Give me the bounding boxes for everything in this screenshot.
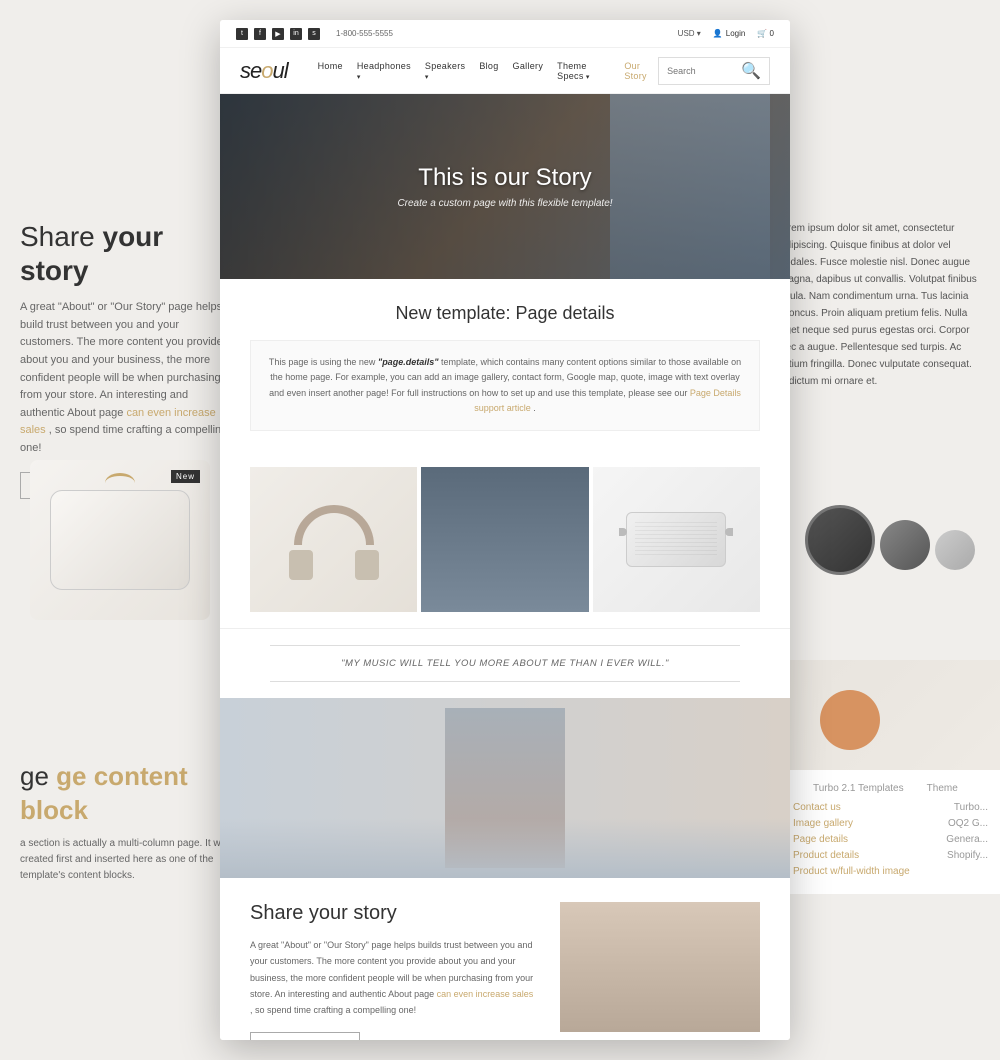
turbo-theme-image-gallery: OQ2 G... bbox=[948, 818, 988, 829]
hero-title: This is our Story bbox=[397, 164, 612, 192]
nav-headphones[interactable]: Headphones bbox=[357, 61, 411, 81]
store-top-bar: t f ▶ in s 1-800-555-5555 USD ▾ 👤 Login … bbox=[220, 20, 790, 48]
page-details-text: This page is using the new "page.details… bbox=[250, 340, 760, 431]
turbo-link-product-fullwidth[interactable]: Product w/full-width image bbox=[793, 866, 910, 877]
bg-speaker-product: New bbox=[30, 460, 250, 660]
hp-product-small bbox=[880, 520, 930, 570]
turbo-theme-contact: Turbo... bbox=[954, 802, 988, 813]
turbo-theme-product-details: Shopify... bbox=[947, 850, 988, 861]
quote-text: "MY MUSIC WILL TELL YOU MORE ABOUT ME TH… bbox=[270, 658, 740, 669]
turbo-link-product-details[interactable]: Product details bbox=[793, 850, 859, 861]
turbo-link-page-details[interactable]: Page details bbox=[793, 834, 848, 845]
share-story-link[interactable]: can even increase sales bbox=[437, 989, 534, 999]
browser-window: t f ▶ in s 1-800-555-5555 USD ▾ 👤 Login … bbox=[220, 20, 790, 1040]
hp-product-earbud bbox=[935, 530, 975, 570]
share-story-right-image bbox=[560, 902, 760, 1032]
man-silhouette bbox=[421, 467, 588, 612]
quote-divider-top bbox=[270, 645, 740, 646]
twitter-icon[interactable]: t bbox=[236, 28, 248, 40]
bg-content-block-heading: ge ge content block bbox=[20, 760, 240, 828]
store-nav: seoul Home Headphones Speakers Blog Gall… bbox=[220, 48, 790, 94]
turbo-link-contact[interactable]: Contact us bbox=[793, 802, 841, 813]
headphone-arc bbox=[294, 505, 374, 545]
facebook-icon[interactable]: f bbox=[254, 28, 266, 40]
new-badge: New bbox=[171, 470, 200, 483]
speaker-port-right bbox=[725, 528, 733, 536]
share-story-title: Share your story bbox=[250, 902, 536, 925]
store-logo[interactable]: seoul bbox=[240, 58, 288, 84]
speaker-body bbox=[50, 490, 190, 590]
top-bar-right: USD ▾ 👤 Login 🛒 0 bbox=[678, 29, 774, 38]
bg-bottom-left-block: ge ge content block a section is actuall… bbox=[20, 760, 240, 884]
turbo-panel-title: Turbo 2.1 Templates Theme bbox=[793, 782, 988, 794]
bg-content-block-text: a section is actually a multi-column pag… bbox=[20, 836, 240, 884]
hero-section: This is our Story Create a custom page w… bbox=[220, 94, 790, 279]
template-name-em: "page.details" bbox=[378, 357, 439, 367]
story-image-fade bbox=[220, 818, 790, 878]
share-story-section: Share your story A great "About" or "Our… bbox=[220, 878, 790, 1040]
bg-speaker-image: New bbox=[30, 460, 210, 620]
gallery-item-headphone[interactable] bbox=[250, 467, 417, 612]
woman-figure bbox=[560, 902, 760, 1032]
page-details-section: New template: Page details This page is … bbox=[220, 279, 790, 451]
person-icon: 👤 bbox=[713, 29, 723, 38]
bg-lorem-text: lorem ipsum dolor sit amet, consectetur … bbox=[780, 220, 980, 390]
nav-speakers[interactable]: Speakers bbox=[425, 61, 465, 81]
bg-right-content: lorem ipsum dolor sit amet, consectetur … bbox=[780, 220, 980, 390]
headphone-cup-left bbox=[289, 550, 313, 580]
nav-links: Home Headphones Speakers Blog Gallery Th… bbox=[318, 61, 658, 81]
turbo-theme-label: Theme bbox=[927, 783, 958, 794]
speaker-handle bbox=[105, 473, 135, 493]
turbo-link-image-gallery[interactable]: Image gallery bbox=[793, 818, 853, 829]
phone-number: 1-800-555-5555 bbox=[336, 29, 393, 38]
turbo-item-4[interactable]: Product details Shopify... bbox=[793, 850, 988, 861]
headphone-cup-right bbox=[355, 550, 379, 580]
search-icon[interactable]: 🔍 bbox=[741, 61, 761, 81]
hero-subtitle: Create a custom page with this flexible … bbox=[397, 198, 612, 209]
turbo-item-2[interactable]: Image gallery OQ2 G... bbox=[793, 818, 988, 829]
gallery-item-man[interactable] bbox=[421, 467, 588, 612]
currency-selector[interactable]: USD ▾ bbox=[678, 29, 701, 38]
turbo-templates-panel: Turbo 2.1 Templates Theme Contact us Tur… bbox=[780, 770, 1000, 894]
page-details-title: New template: Page details bbox=[250, 303, 760, 324]
quote-divider-bottom bbox=[270, 681, 740, 682]
share-read-blog-button[interactable]: READ OUR BLOG bbox=[250, 1032, 360, 1040]
cart-button[interactable]: 🛒 0 bbox=[757, 29, 774, 38]
nav-home[interactable]: Home bbox=[318, 61, 343, 81]
speaker-rect bbox=[626, 512, 726, 567]
hero-bg-figure bbox=[610, 94, 770, 279]
search-box[interactable]: 🔍 bbox=[658, 57, 770, 85]
login-button[interactable]: 👤 Login bbox=[713, 29, 746, 38]
turbo-item-1[interactable]: Contact us Turbo... bbox=[793, 802, 988, 813]
nav-our-story[interactable]: Our Story bbox=[624, 61, 658, 81]
headphone-shape bbox=[289, 500, 379, 580]
speaker-port-left bbox=[619, 528, 627, 536]
product-gallery bbox=[220, 451, 790, 628]
hero-content: This is our Story Create a custom page w… bbox=[397, 164, 612, 209]
turbo-item-5[interactable]: Product w/full-width image bbox=[793, 866, 988, 877]
quote-section: "MY MUSIC WILL TELL YOU MORE ABOUT ME TH… bbox=[220, 628, 790, 698]
hp-product-large bbox=[805, 505, 875, 575]
nav-theme-specs[interactable]: Theme Specs bbox=[557, 61, 610, 81]
social-icons-group: t f ▶ in s bbox=[236, 28, 320, 40]
instagram-icon[interactable]: in bbox=[290, 28, 302, 40]
share-story-left: Share your story A great "About" or "Our… bbox=[250, 902, 536, 1040]
bg-share-paragraph: A great "About" or "Our Story" page help… bbox=[20, 299, 230, 457]
story-image-section bbox=[220, 698, 790, 878]
bg-orange-circle bbox=[820, 690, 880, 750]
turbo-theme-page-details: Genera... bbox=[946, 834, 988, 845]
bg-left-content: Share your story A great "About" or "Our… bbox=[20, 220, 230, 499]
youtube-icon[interactable]: ▶ bbox=[272, 28, 284, 40]
search-input[interactable] bbox=[667, 66, 737, 76]
nav-gallery[interactable]: Gallery bbox=[513, 61, 544, 81]
speaker-grille bbox=[635, 521, 717, 558]
bg-share-heading: Share your story bbox=[20, 220, 230, 287]
bg-headphone-products bbox=[780, 430, 1000, 650]
snapchat-icon[interactable]: s bbox=[308, 28, 320, 40]
gallery-item-speaker[interactable] bbox=[593, 467, 760, 612]
turbo-item-3[interactable]: Page details Genera... bbox=[793, 834, 988, 845]
share-story-text: A great "About" or "Our Story" page help… bbox=[250, 937, 536, 1018]
nav-blog[interactable]: Blog bbox=[479, 61, 498, 81]
